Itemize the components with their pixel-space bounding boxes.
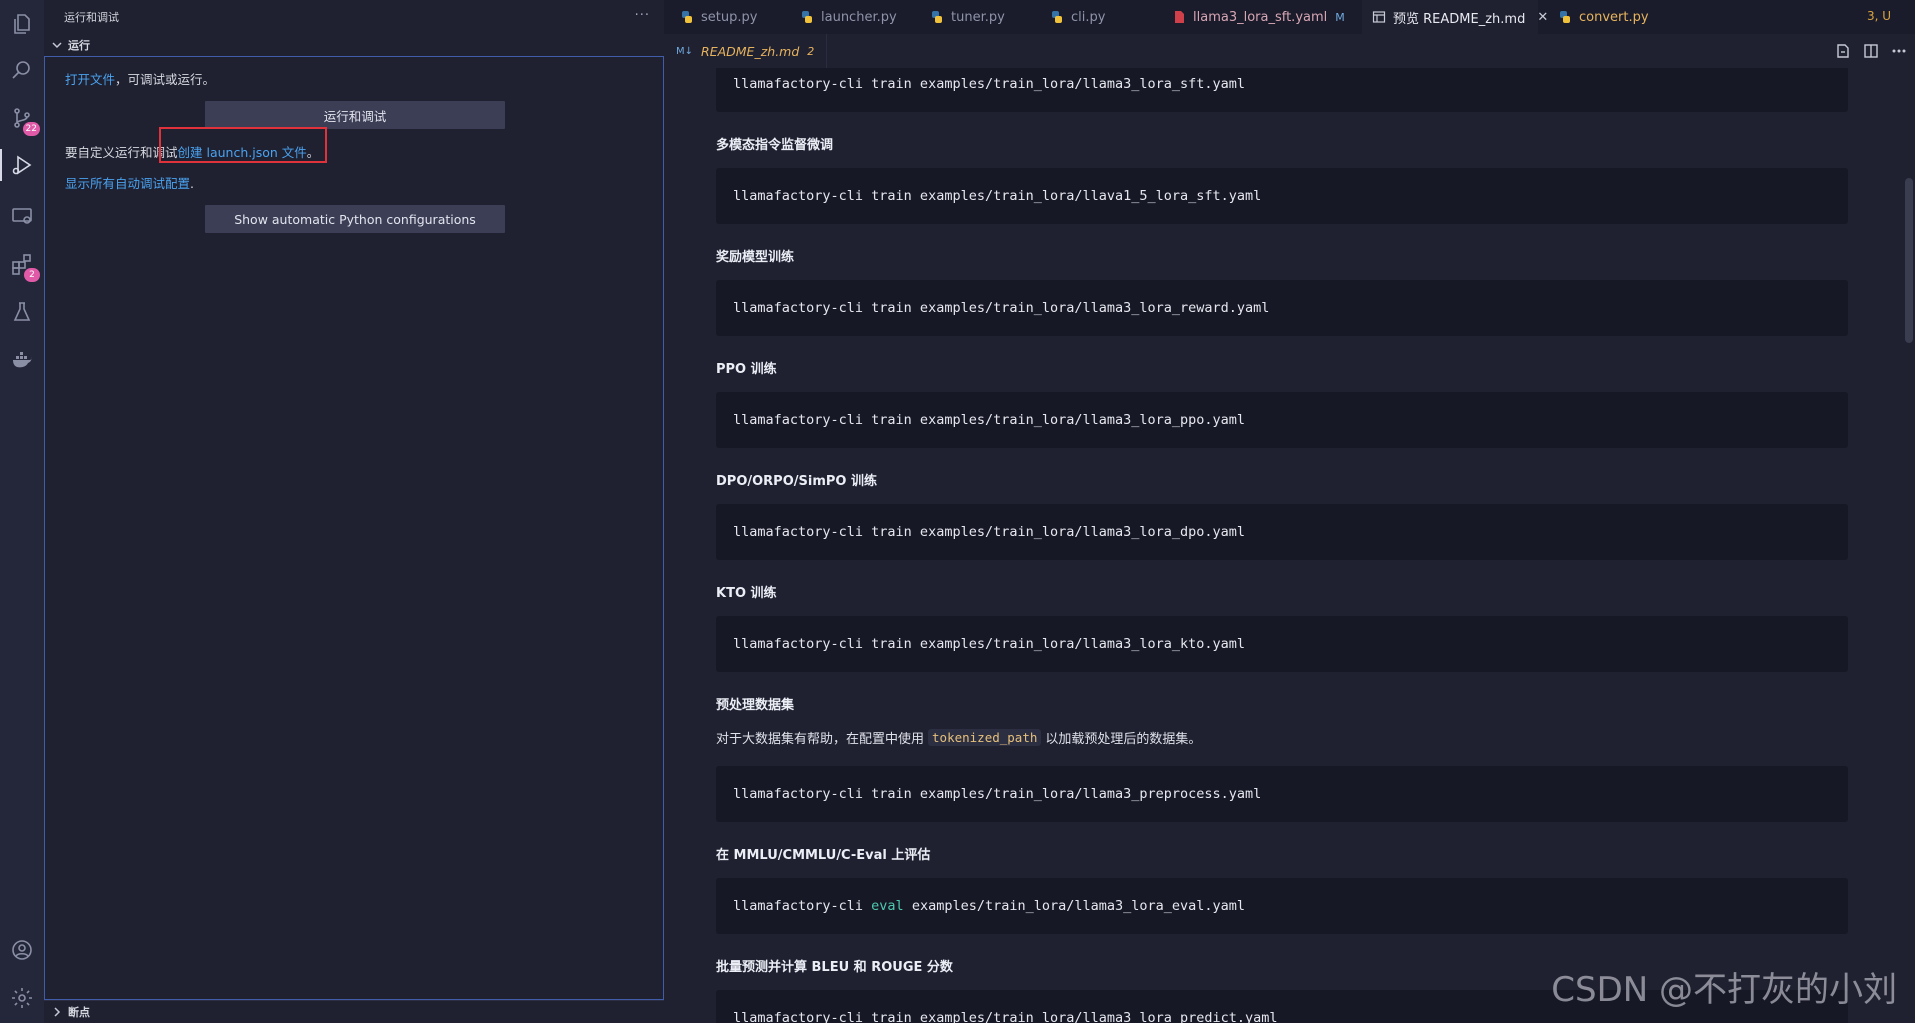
section-run-label: 运行	[68, 39, 90, 52]
watermark: CSDN @不打灰的小刘	[1551, 970, 1897, 1010]
extensions-badge: 2	[24, 268, 40, 282]
tab-label: convert.py	[1579, 9, 1649, 25]
markdown-icon: M↓	[676, 45, 694, 57]
code-keyword: eval	[871, 898, 904, 914]
run-panel: 打开文件，可调试或运行。 运行和调试 要自定义运行和调试创建 launch.js…	[44, 56, 664, 1000]
python-configurations-button[interactable]: Show automatic Python configurations	[205, 205, 505, 233]
show-all-suffix: .	[190, 176, 194, 191]
more-actions-icon[interactable]	[1891, 43, 1907, 63]
settings-gear-icon[interactable]	[6, 982, 38, 1014]
section-breakpoints-header[interactable]: 断点	[44, 1000, 664, 1023]
explorer-icon[interactable]	[6, 8, 38, 40]
show-all-configs-link[interactable]: 显示所有自动调试配置	[65, 176, 190, 191]
tab-label: llama3_lora_sft.yaml	[1193, 9, 1328, 25]
section-run-header[interactable]: 运行	[44, 34, 664, 56]
tab-label: tuner.py	[951, 9, 1005, 25]
code-block: llamafactory-cli train examples/train_lo…	[716, 766, 1848, 822]
extensions-icon[interactable]: 2	[6, 248, 40, 282]
section-heading: 在 MMLU/CMMLU/C-Eval 上评估	[716, 848, 931, 863]
split-editor-icon[interactable]	[1863, 43, 1879, 63]
python-icon	[680, 10, 694, 24]
code-suffix: examples/train_lora/llama3_lora_eval.yam…	[903, 898, 1246, 914]
modified-indicator: M	[1335, 10, 1345, 24]
code-block: llamafactory-cli train examples/train_lo…	[716, 392, 1848, 448]
tab-tuner-py[interactable]: tuner.py	[920, 0, 1040, 34]
code-block-eval: llamafactory-cli eval examples/train_lor…	[716, 878, 1848, 934]
python-icon	[800, 10, 814, 24]
source-control-icon[interactable]: 22	[6, 102, 40, 136]
tab-label: setup.py	[701, 9, 758, 25]
readme-file-label: README_zh.md	[701, 43, 800, 59]
docker-icon[interactable]	[6, 344, 38, 376]
more-actions-button[interactable]: ···	[635, 8, 650, 23]
section-heading: 奖励模型训练	[716, 250, 795, 265]
section-heading: PPO 训练	[716, 362, 777, 377]
code-block: llamafactory-cli train examples/train_lo…	[716, 68, 1848, 112]
close-tab-icon[interactable]: ✕	[1537, 10, 1548, 25]
preview-icon	[1372, 10, 1386, 24]
section-heading: KTO 训练	[716, 586, 777, 601]
code-block: llamafactory-cli train examples/train_lo…	[716, 168, 1848, 224]
problems-count: 2	[807, 44, 815, 58]
paragraph: 对于大数据集有帮助，在配置中使用 tokenized_path 以加载预处理后的…	[716, 728, 1201, 747]
markdown-preview: llamafactory-cli train examples/train_lo…	[664, 68, 1915, 1023]
tab-label: cli.py	[1071, 9, 1106, 25]
run-debug-icon[interactable]	[6, 149, 38, 181]
tab-preview-readme[interactable]: 预览 README_zh.md ✕	[1362, 0, 1548, 34]
sidebar-title: 运行和调试	[64, 11, 119, 24]
active-indicator	[0, 149, 2, 181]
editor-header: M↓ README_zh.md 2	[664, 34, 1915, 68]
tab-launcher-py[interactable]: launcher.py	[790, 0, 920, 34]
open-file-rest: ，可调试或运行。	[115, 72, 216, 87]
open-source-icon[interactable]	[1835, 43, 1851, 63]
run-debug-sidebar: 运行和调试 ··· 运行 打开文件，可调试或运行。 运行和调试 要自定义运行和调…	[44, 0, 664, 1023]
editor-actions	[1835, 43, 1907, 63]
editor-tab-bar: setup.py launcher.py tuner.py cli.py lla…	[664, 0, 1915, 34]
show-all-line: 显示所有自动调试配置.	[65, 173, 194, 192]
testing-icon[interactable]	[6, 296, 38, 328]
tab-label: 预览 README_zh.md	[1393, 11, 1526, 27]
tab-convert-py[interactable]: convert.py	[1548, 0, 1688, 34]
python-icon	[930, 10, 944, 24]
search-icon[interactable]	[6, 54, 38, 86]
source-control-badge: 22	[22, 122, 40, 136]
paragraph-text-after: 以加载预处理后的数据集。	[1045, 732, 1202, 747]
activity-bar: 22 2	[0, 0, 44, 1023]
section-breakpoints-label: 断点	[68, 1006, 90, 1019]
section-heading: DPO/ORPO/SimPO 训练	[716, 474, 877, 489]
code-block: llamafactory-cli train examples/train_lo…	[716, 616, 1848, 672]
vertical-scrollbar[interactable]	[1901, 68, 1915, 1023]
tab-overflow-status[interactable]: 3, U	[1867, 9, 1891, 23]
paragraph-text-before: 对于大数据集有帮助，在配置中使用	[716, 732, 925, 747]
open-file-line: 打开文件，可调试或运行。	[65, 69, 215, 88]
tab-setup-py[interactable]: setup.py	[670, 0, 790, 34]
open-file-link[interactable]: 打开文件	[65, 72, 115, 87]
chevron-down-icon	[50, 38, 64, 52]
section-heading: 多模态指令监督微调	[716, 138, 834, 153]
chevron-right-icon	[50, 1005, 64, 1019]
account-icon[interactable]	[6, 934, 38, 966]
code-block: llamafactory-cli train examples/train_lo…	[716, 280, 1848, 336]
yaml-icon	[1172, 10, 1186, 24]
code-block: llamafactory-cli train examples/train_lo…	[716, 504, 1848, 560]
code-prefix: llamafactory-cli	[733, 898, 872, 914]
section-heading: 预处理数据集	[716, 698, 795, 713]
python-icon	[1558, 10, 1572, 24]
section-heading: 批量预测并计算 BLEU 和 ROUGE 分数	[716, 960, 953, 975]
highlight-box	[159, 127, 327, 163]
scrollbar-thumb[interactable]	[1905, 178, 1913, 343]
tab-label: launcher.py	[821, 9, 897, 25]
readme-source-tab[interactable]: M↓ README_zh.md 2	[664, 34, 828, 68]
tab-cli-py[interactable]: cli.py	[1040, 0, 1152, 34]
python-icon	[1050, 10, 1064, 24]
tab-llama3-lora-sft-yaml[interactable]: llama3_lora_sft.yaml M	[1162, 0, 1362, 34]
run-and-debug-button[interactable]: 运行和调试	[205, 101, 505, 129]
remote-explorer-icon[interactable]	[6, 200, 38, 232]
inline-code: tokenized_path	[928, 729, 1042, 746]
